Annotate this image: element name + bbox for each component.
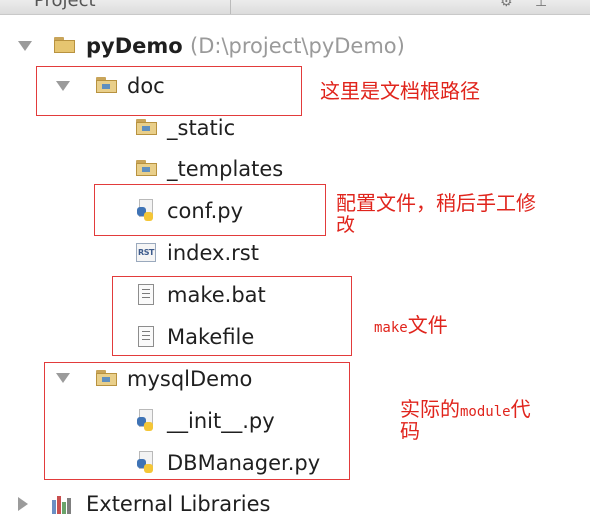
tree-row-index[interactable]: RST index.rst	[0, 232, 320, 272]
conf-highlight-box	[94, 184, 326, 236]
tree-row-external-libraries[interactable]: External Libraries	[0, 484, 340, 524]
module-annotation-c: 代	[510, 397, 531, 421]
tree-row-templates[interactable]: _templates	[0, 148, 320, 188]
module-highlight-box	[44, 362, 350, 480]
folder-label-templates: _templates	[167, 157, 284, 181]
folder-icon	[136, 119, 158, 135]
project-path: (D:\project\pyDemo)	[190, 34, 405, 58]
external-libraries-label: External Libraries	[86, 492, 271, 516]
tree-row-pydemo[interactable]: pyDemo (D:\project\pyDemo)	[0, 26, 590, 66]
doc-highlight-box	[36, 66, 302, 116]
project-name: pyDemo (D:\project\pyDemo)	[86, 33, 405, 59]
folder-label-static: _static	[167, 116, 236, 140]
folder-icon	[136, 160, 158, 176]
conf-annotation-line2: 改	[336, 214, 356, 236]
settings-icon[interactable]: ⚙	[500, 0, 513, 10]
collapse-arrow-icon[interactable]	[18, 497, 28, 511]
panel-title: Project	[34, 0, 96, 11]
module-annotation-a: 实际的	[400, 397, 460, 421]
module-annotation-b: module	[460, 404, 511, 420]
project-title: pyDemo	[86, 34, 183, 58]
make-annotation-suffix: 文件	[407, 313, 448, 337]
expand-arrow-icon[interactable]	[18, 41, 32, 51]
project-folder-icon	[54, 37, 76, 53]
pin-icon[interactable]: ⊥	[535, 0, 547, 10]
doc-root-annotation: 这里是文档根路径	[320, 79, 480, 103]
make-files-highlight-box	[112, 276, 352, 356]
project-panel-header: Project ⚙ ⊥	[0, 0, 590, 15]
conf-annotation-line1: 配置文件，稍后手工修	[336, 191, 536, 215]
file-label-index: index.rst	[167, 241, 259, 265]
rst-file-icon: RST	[136, 243, 156, 262]
module-annotation-line2: 码	[400, 419, 420, 443]
header-divider	[230, 0, 231, 14]
make-annotation-prefix: make	[374, 320, 408, 336]
library-icon	[52, 494, 74, 514]
make-annotation: make文件	[374, 314, 448, 339]
